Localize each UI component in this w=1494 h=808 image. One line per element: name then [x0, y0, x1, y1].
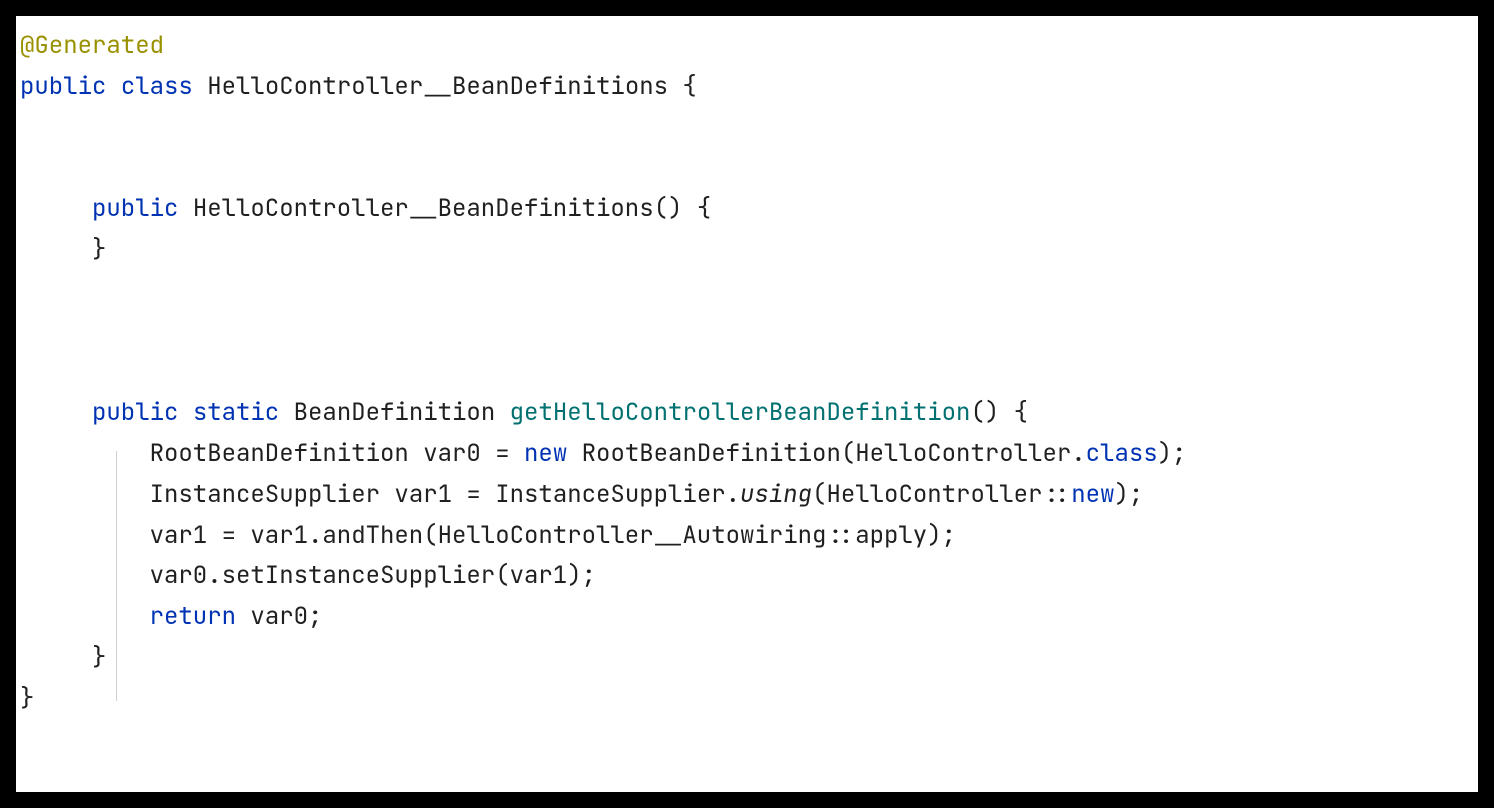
code-line-class-decl: public class HelloController__BeanDefini…: [20, 67, 1474, 108]
code-line-body-1: RootBeanDefinition var0 = new RootBeanDe…: [20, 434, 1474, 475]
code-line-annotation: @Generated: [20, 26, 1474, 67]
code-line-blank: [20, 148, 1474, 189]
code-line-constructor: public HelloController__BeanDefinitions(…: [20, 189, 1474, 230]
code-line-class-close: }: [20, 679, 1474, 720]
code-line-body-3: var1 = var1.andThen(HelloController__Aut…: [20, 516, 1474, 557]
code-line-body-2: InstanceSupplier var1 = InstanceSupplier…: [20, 475, 1474, 516]
code-line-method-decl: public static BeanDefinition getHelloCon…: [20, 393, 1474, 434]
code-line-blank: [20, 108, 1474, 149]
code-line-blank: [20, 312, 1474, 353]
code-line-blank: [20, 271, 1474, 312]
code-line-body-4: var0.setInstanceSupplier(var1);: [20, 556, 1474, 597]
code-line-constructor-close: }: [20, 230, 1474, 271]
code-line-body-5: return var0;: [20, 597, 1474, 638]
code-line-method-close: }: [20, 638, 1474, 679]
code-editor: @Generated public class HelloController_…: [16, 16, 1478, 792]
indent-guide: [116, 451, 117, 701]
annotation: @Generated: [20, 30, 164, 61]
code-line-blank: [20, 352, 1474, 393]
